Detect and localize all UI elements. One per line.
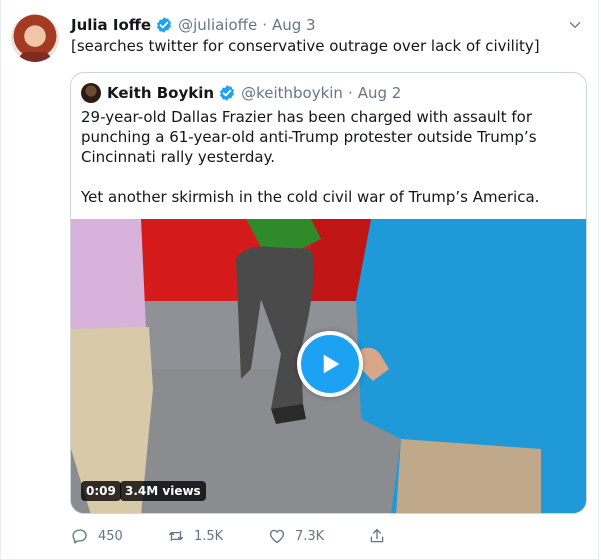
tweet-text: [searches twitter for conservative outra… [71, 37, 540, 55]
video-views: 3.4M views [120, 481, 206, 501]
chevron-down-icon[interactable] [564, 15, 586, 35]
reply-icon [72, 529, 87, 544]
reply-button[interactable]: 450 [71, 527, 167, 545]
quoted-author-name: Keith Boykin [107, 84, 215, 102]
quoted-tweet[interactable]: Keith Boykin @keithboykin · Aug 2 29-yea… [70, 72, 587, 514]
video-player[interactable]: 0:09 3.4M views [71, 219, 586, 513]
retweet-count: 1.5K [194, 528, 224, 544]
tweet-actions: 450 1.5K 7.3K [71, 524, 586, 548]
play-icon [323, 354, 340, 374]
quoted-tweet-text: 29-year-old Dallas Frazier has been char… [81, 107, 576, 207]
like-count: 7.3K [295, 528, 325, 544]
author-avatar[interactable] [11, 14, 59, 62]
author-name[interactable]: Julia Ioffe [71, 16, 151, 34]
author-handle[interactable]: @juliaioffe [178, 16, 257, 34]
verified-badge-icon [155, 16, 173, 34]
quoted-tweet-header: Keith Boykin @keithboykin · Aug 2 [81, 82, 576, 104]
quoted-tweet-paragraph: Yet another skirmish in the cold civil w… [81, 188, 540, 206]
reply-count: 450 [98, 528, 123, 544]
like-button[interactable]: 7.3K [268, 527, 368, 545]
quoted-tweet-paragraph: 29-year-old Dallas Frazier has been char… [81, 108, 537, 166]
separator-dot: · [262, 16, 267, 34]
retweet-button[interactable]: 1.5K [167, 527, 268, 545]
share-button[interactable] [368, 527, 395, 545]
quoted-author-handle: @keithboykin [241, 84, 343, 102]
tweet-header: Julia Ioffe @juliaioffe · Aug 3 [71, 14, 586, 36]
separator-dot: · [347, 84, 353, 102]
quoted-tweet-date: Aug 2 [357, 84, 402, 102]
heart-icon [269, 529, 285, 544]
verified-badge-icon [218, 84, 236, 102]
tweet[interactable]: Julia Ioffe @juliaioffe · Aug 3 [searche… [0, 0, 599, 560]
tweet-date[interactable]: Aug 3 [272, 16, 316, 34]
video-duration: 0:09 [81, 481, 121, 501]
quoted-author-avatar [81, 83, 101, 103]
share-icon [370, 528, 384, 543]
retweet-icon [168, 530, 184, 542]
play-button[interactable] [297, 331, 363, 397]
